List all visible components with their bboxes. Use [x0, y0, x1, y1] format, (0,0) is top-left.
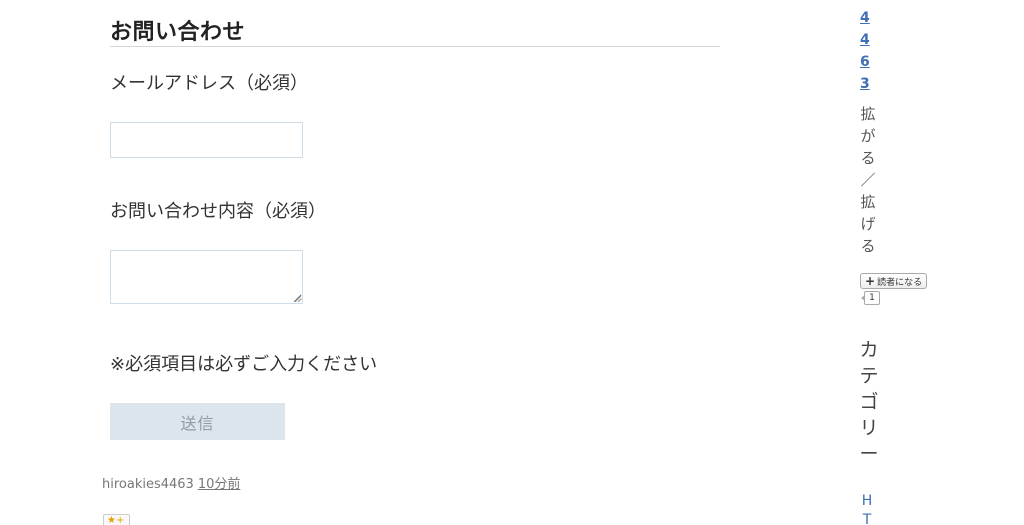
category-heading-char: カ — [859, 339, 879, 361]
stat-link[interactable]: 4 — [860, 32, 870, 48]
blog-title-char: る — [860, 237, 876, 255]
subscriber-count: 1 — [861, 291, 880, 305]
category-link-char[interactable]: H — [860, 493, 874, 509]
blog-title-char: ／ — [860, 171, 876, 189]
subscribe-label: 読者になる — [877, 277, 923, 288]
blog-title-char: る — [860, 149, 876, 167]
submit-button[interactable]: 送信 — [110, 403, 285, 440]
stat-link[interactable]: 6 — [860, 54, 870, 70]
post-meta: hiroakies4463 10分前 — [102, 473, 240, 492]
email-label: メールアドレス（必須） — [110, 73, 308, 94]
blog-title-char: が — [860, 127, 876, 145]
blog-title-char: げ — [860, 215, 876, 233]
blog-title-char: 拡 — [860, 193, 876, 211]
category-heading-char: リ — [859, 417, 879, 439]
category-heading-char: ゴ — [859, 391, 879, 413]
sidebar: ​ 4 4 6 3 拡 が る ／ 拡 げ る + 読者になる 1 カ テ ゴ … — [855, 0, 955, 525]
category-heading-char: テ — [859, 365, 879, 387]
title-divider — [110, 46, 720, 47]
stat-link[interactable]: 3 — [860, 76, 870, 92]
category-heading-char: ー — [859, 443, 879, 465]
resize-grip-icon[interactable] — [294, 295, 301, 302]
blog-title-char: 拡 — [860, 105, 876, 123]
email-field[interactable] — [110, 122, 303, 158]
stat-link[interactable]: 4 — [860, 10, 870, 26]
message-label: お問い合わせ内容（必須） — [110, 201, 326, 222]
category-link-char[interactable]: T — [860, 512, 874, 525]
form-title: お問い合わせ — [110, 20, 246, 45]
plus-icon: + — [865, 274, 876, 288]
subscribe-button[interactable]: + 読者になる — [860, 273, 927, 289]
star-button[interactable]: ★+ — [103, 514, 130, 525]
message-textarea[interactable] — [110, 250, 303, 304]
author-name[interactable]: hiroakies4463 — [102, 477, 194, 492]
page: お問い合わせ メールアドレス（必須） お問い合わせ内容（必須） ※必須項目は必ず… — [0, 0, 1024, 525]
post-time-link[interactable]: 10分前 — [198, 477, 241, 492]
required-note: ※必須項目は必ずご入力ください — [110, 354, 378, 375]
